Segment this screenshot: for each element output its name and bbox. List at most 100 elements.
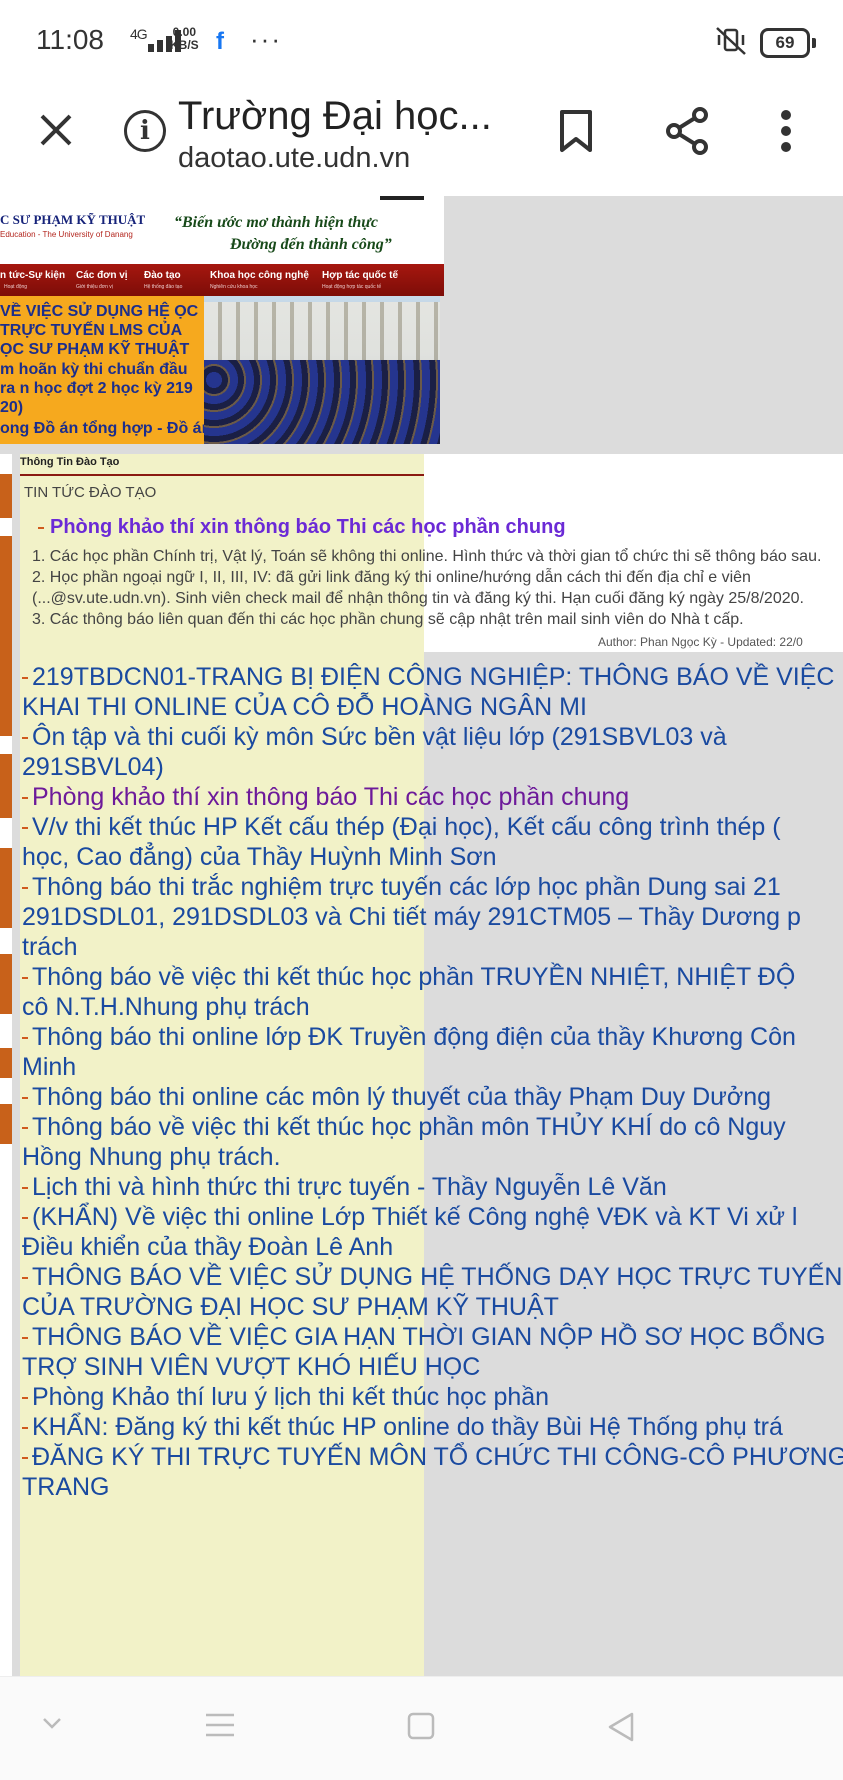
nav-training[interactable]: Đào tạo	[144, 270, 181, 281]
bullet-icon	[22, 977, 28, 980]
bullet-icon	[22, 737, 28, 740]
left-sidebar-strip	[0, 454, 12, 1676]
panel-header: Thông Tin Đào Tạo	[20, 454, 424, 476]
news-item[interactable]: (KHẨN) Về việc thi online Lớp Thiết kế C…	[22, 1202, 843, 1262]
page-url[interactable]: daotao.ute.udn.vn	[178, 142, 410, 175]
news-item-title[interactable]: ĐĂNG KÝ THI TRỰC TUYẾN MÔN TỔ CHỨC THI C…	[22, 1443, 843, 1501]
site-nav: n tức-Sự kiện Hoạt động Các đơn vị Giới …	[0, 266, 444, 296]
news-item[interactable]: Lịch thi và hình thức thi trực tuyến - T…	[22, 1172, 843, 1202]
status-bar: 11:08 4G 0.00 KB/S f ··· 69	[0, 0, 843, 84]
vibrate-icon	[716, 27, 746, 55]
news-item-title[interactable]: Thông báo thi online các môn lý thuyết c…	[32, 1083, 771, 1111]
news-item[interactable]: V/v thi kết thúc HP Kết cấu thép (Đại họ…	[22, 812, 843, 872]
news-item[interactable]: THÔNG BÁO VỀ VIỆC GIA HẠN THỜI GIAN NỘP …	[22, 1322, 843, 1382]
site-banner: C SƯ PHẠM KỸ THUẬT Education - The Unive…	[0, 196, 444, 296]
news-item-title[interactable]: Thông báo thi trắc nghiệm trực tuyến các…	[22, 873, 801, 961]
info-icon[interactable]: i	[124, 110, 166, 152]
bullet-icon	[22, 1397, 28, 1400]
school-name[interactable]: C SƯ PHẠM KỸ THUẬT	[0, 212, 145, 228]
featured-news-body: 1. Các học phần Chính trị, Vật lý, Toán …	[32, 546, 843, 630]
news-item[interactable]: KHẨN: Đăng ký thi kết thúc HP online do …	[22, 1412, 843, 1442]
bullet-icon	[22, 887, 28, 890]
page-title: Trường Đại học...	[178, 94, 492, 138]
menu-icon[interactable]	[204, 1711, 236, 1739]
news-item[interactable]: Thông báo về việc thi kết thúc học phần …	[22, 1112, 843, 1172]
nav-news[interactable]: n tức-Sự kiện	[0, 270, 65, 281]
news-item[interactable]: 219TBDCN01-TRANG BỊ ĐIỆN CÔNG NGHIỆP: TH…	[22, 662, 843, 722]
panel-subheader: TIN TỨC ĐÀO TẠO	[24, 484, 157, 501]
news-item[interactable]: ĐĂNG KÝ THI TRỰC TUYẾN MÔN TỔ CHỨC THI C…	[22, 1442, 843, 1502]
browser-toolbar: i Trường Đại học... daotao.ute.udn.vn	[0, 84, 843, 196]
nav-international[interactable]: Hợp tác quốc tế	[322, 270, 398, 281]
banner-news-box: VỀ VIỆC SỬ DỤNG HỆ ỌC TRỰC TUYẾN LMS CỦA…	[0, 296, 211, 444]
back-icon[interactable]	[606, 1711, 636, 1743]
news-item-title[interactable]: (KHẨN) Về việc thi online Lớp Thiết kế C…	[22, 1203, 797, 1261]
photo-graduates	[204, 360, 440, 444]
news-item[interactable]: Ôn tập và thi cuối kỳ môn Sức bền vật li…	[22, 722, 843, 782]
bullet-icon	[22, 1037, 28, 1040]
news-item-title[interactable]: Thông báo thi online lớp ĐK Truyền động …	[22, 1023, 796, 1081]
bullet-icon	[22, 677, 28, 680]
bullet-icon	[22, 1127, 28, 1130]
close-icon[interactable]	[34, 108, 78, 152]
bullet-icon	[22, 1457, 28, 1460]
nav-news-sub: Hoạt động	[4, 284, 28, 290]
bullet-icon	[22, 1337, 28, 1340]
news-item-title[interactable]: Lịch thi và hình thức thi trực tuyến - T…	[32, 1173, 667, 1201]
bookmark-icon[interactable]	[556, 108, 596, 154]
nav-units[interactable]: Các đơn vị	[76, 270, 128, 281]
featured-news-title[interactable]: Phòng khảo thí xin thông báo Thi các học…	[38, 516, 566, 539]
news-item-title[interactable]: Thông báo về việc thi kết thúc học phần …	[22, 963, 795, 1021]
banner-divider	[380, 196, 424, 200]
news-item[interactable]: Thông báo thi online lớp ĐK Truyền động …	[22, 1022, 843, 1082]
more-notifications-icon: ···	[250, 24, 282, 54]
share-icon[interactable]	[664, 106, 712, 156]
bullet-icon	[22, 797, 28, 800]
slogan-line2: Đường đến thành công”	[230, 236, 392, 253]
news-item-title[interactable]: Phòng Khảo thí lưu ý lịch thi kết thúc h…	[32, 1383, 549, 1411]
news-item-title[interactable]: KHẨN: Đăng ký thi kết thúc HP online do …	[32, 1413, 783, 1441]
chevron-down-icon[interactable]	[40, 1711, 64, 1735]
panel-header-label: Thông Tin Đào Tạo	[20, 456, 120, 468]
photo-building	[204, 302, 440, 362]
nav-training-sub: Hệ thống đào tạo	[144, 284, 183, 290]
news-item-title[interactable]: THÔNG BÁO VỀ VIỆC GIA HẠN THỜI GIAN NỘP …	[22, 1323, 825, 1381]
news-item-title[interactable]: THÔNG BÁO VỀ VIỆC SỬ DỤNG HỆ THỐNG DẠY H…	[22, 1263, 842, 1321]
web-content: C SƯ PHẠM KỸ THUẬT Education - The Unive…	[0, 196, 843, 1676]
graduation-photo	[204, 296, 440, 444]
bullet-icon	[38, 526, 44, 529]
nav-international-sub: Hoạt động hợp tác quốc tế	[322, 284, 382, 290]
banner-news-item[interactable]: m hoãn kỳ thi chuẩn đầu ra n học đợt 2 h…	[0, 360, 204, 417]
more-menu-icon[interactable]	[776, 108, 796, 154]
bullet-icon	[22, 1217, 28, 1220]
news-item[interactable]: Thông báo thi trắc nghiệm trực tuyến các…	[22, 872, 843, 962]
featured-news-title-text[interactable]: Phòng khảo thí xin thông báo Thi các học…	[50, 516, 566, 538]
news-item[interactable]: Phòng khảo thí xin thông báo Thi các học…	[22, 782, 843, 812]
slogan-line1: “Biến ước mơ thành hiện thực	[174, 214, 378, 231]
news-item[interactable]: THÔNG BÁO VỀ VIỆC SỬ DỤNG HỆ THỐNG DẠY H…	[22, 1262, 843, 1322]
bullet-icon	[22, 1427, 28, 1430]
nav-science[interactable]: Khoa học công nghệ	[210, 270, 309, 281]
system-nav-bar	[0, 1676, 843, 1780]
banner-news-item[interactable]: VỀ VIỆC SỬ DỤNG HỆ ỌC TRỰC TUYẾN LMS CỦA…	[0, 302, 204, 359]
bullet-icon	[22, 827, 28, 830]
bullet-icon	[22, 1097, 28, 1100]
news-item[interactable]: Thông báo thi online các môn lý thuyết c…	[22, 1082, 843, 1112]
banner-news-item[interactable]: ong Đồ án tổng hợp - Đồ án	[0, 420, 211, 438]
news-item[interactable]: Thông báo về việc thi kết thúc học phần …	[22, 962, 843, 1022]
news-item-title[interactable]: V/v thi kết thúc HP Kết cấu thép (Đại họ…	[22, 813, 781, 871]
news-item[interactable]: Phòng Khảo thí lưu ý lịch thi kết thúc h…	[22, 1382, 843, 1412]
network-speed: 0.00 KB/S	[170, 26, 199, 52]
news-item-title[interactable]: Phòng khảo thí xin thông báo Thi các học…	[32, 783, 629, 811]
nav-science-sub: Nghiên cứu khoa học	[210, 284, 258, 290]
home-icon[interactable]	[406, 1711, 436, 1741]
battery-icon: 69	[760, 28, 816, 58]
network-type: 4G	[130, 26, 148, 42]
featured-news-body-text: 1. Các học phần Chính trị, Vật lý, Toán …	[32, 548, 822, 628]
featured-news-author: Author: Phan Ngọc Kỳ - Updated: 22/0	[598, 635, 803, 649]
news-list: 219TBDCN01-TRANG BỊ ĐIỆN CÔNG NGHIỆP: TH…	[22, 662, 843, 1502]
news-item-title[interactable]: Thông báo về việc thi kết thúc học phần …	[22, 1113, 786, 1171]
news-item-title[interactable]: 219TBDCN01-TRANG BỊ ĐIỆN CÔNG NGHIỆP: TH…	[22, 663, 834, 721]
news-item-title[interactable]: Ôn tập và thi cuối kỳ môn Sức bền vật li…	[22, 723, 727, 781]
clock: 11:08	[36, 24, 104, 55]
